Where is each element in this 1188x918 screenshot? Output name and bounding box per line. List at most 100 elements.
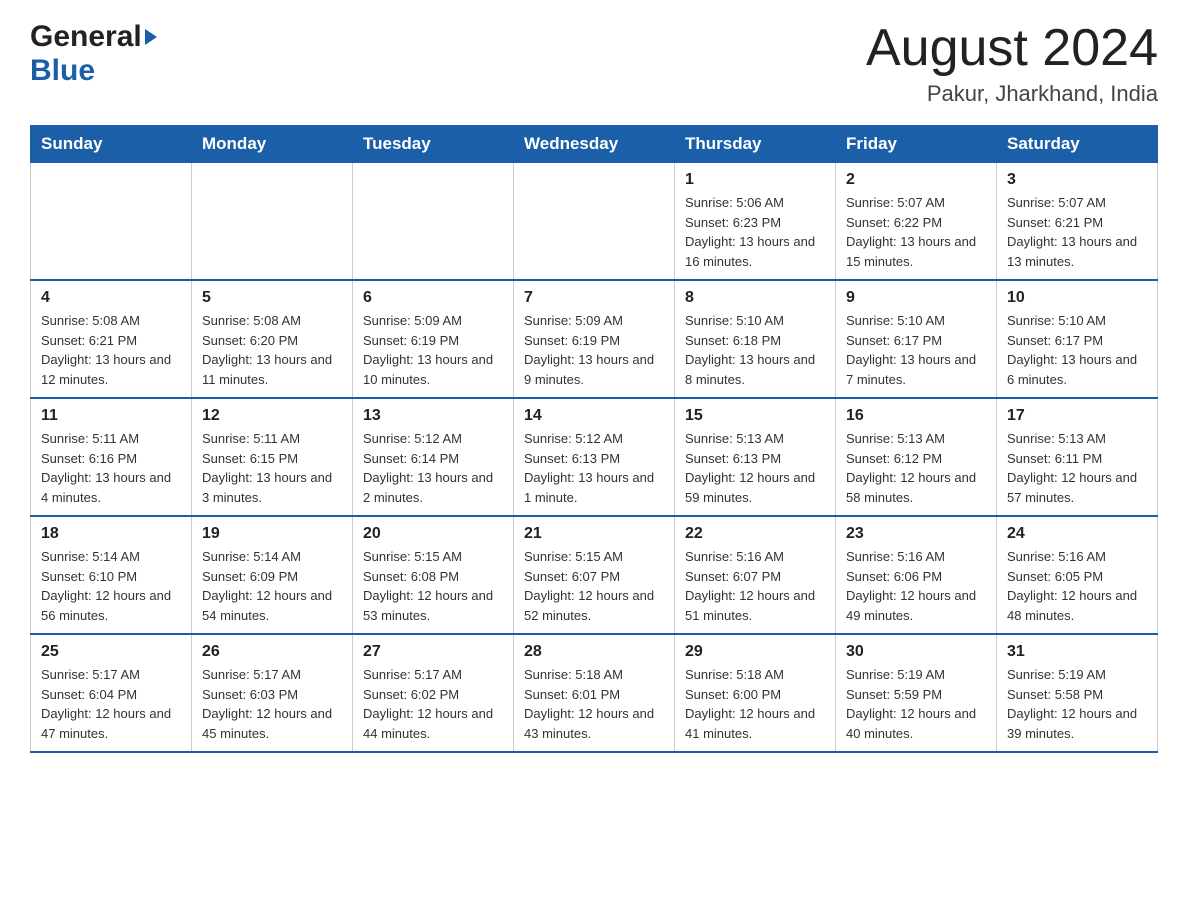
day-cell: 15 Sunrise: 5:13 AM Sunset: 6:13 PM Dayli…: [675, 398, 836, 516]
day-cell: 26 Sunrise: 5:17 AM Sunset: 6:03 PM Dayli…: [192, 634, 353, 752]
day-cell: 17Sunrise: 5:13 AM Sunset: 6:11 PM Dayli…: [997, 398, 1158, 516]
day-info: Sunrise: 5:10 AM Sunset: 6:17 PM Dayligh…: [846, 311, 986, 389]
day-info: Sunrise: 5:11 AM Sunset: 6:15 PM Dayligh…: [202, 429, 342, 507]
day-number: 6: [363, 289, 503, 307]
day-number: 7: [524, 289, 664, 307]
page-header: General Blue August 2024 Pakur, Jharkhan…: [30, 20, 1158, 107]
day-info: Sunrise: 5:13 AM Sunset: 6:13 PM Dayligh…: [685, 429, 825, 507]
day-number: 13: [363, 407, 503, 425]
day-number: 14: [524, 407, 664, 425]
day-info: Sunrise: 5:10 AM Sunset: 6:18 PM Dayligh…: [685, 311, 825, 389]
week-row-1: 1Sunrise: 5:06 AM Sunset: 6:23 PM Daylig…: [31, 163, 1158, 281]
day-cell: 25 Sunrise: 5:17 AM Sunset: 6:04 PM Dayli…: [31, 634, 192, 752]
day-number: 25: [41, 643, 181, 661]
col-header-tuesday: Tuesday: [353, 126, 514, 163]
day-cell: 13 Sunrise: 5:12 AM Sunset: 6:14 PM Dayli…: [353, 398, 514, 516]
week-row-5: 25 Sunrise: 5:17 AM Sunset: 6:04 PM Dayli…: [31, 634, 1158, 752]
day-number: 3: [1007, 171, 1147, 189]
day-cell: 11 Sunrise: 5:11 AM Sunset: 6:16 PM Dayli…: [31, 398, 192, 516]
day-cell: 3Sunrise: 5:07 AM Sunset: 6:21 PM Daylig…: [997, 163, 1158, 281]
day-number: 17: [1007, 407, 1147, 425]
col-header-friday: Friday: [836, 126, 997, 163]
day-info: Sunrise: 5:08 AM Sunset: 6:21 PM Dayligh…: [41, 311, 181, 389]
day-info: Sunrise: 5:15 AM Sunset: 6:07 PM Dayligh…: [524, 547, 664, 625]
day-number: 26: [202, 643, 342, 661]
col-header-saturday: Saturday: [997, 126, 1158, 163]
day-number: 15: [685, 407, 825, 425]
logo-triangle-icon: [145, 29, 157, 45]
day-cell: 28 Sunrise: 5:18 AM Sunset: 6:01 PM Dayli…: [514, 634, 675, 752]
day-cell: [514, 163, 675, 281]
logo-general-text: General: [30, 20, 142, 54]
day-info: Sunrise: 5:16 AM Sunset: 6:05 PM Dayligh…: [1007, 547, 1147, 625]
day-cell: 29Sunrise: 5:18 AM Sunset: 6:00 PM Dayli…: [675, 634, 836, 752]
day-cell: 7 Sunrise: 5:09 AM Sunset: 6:19 PM Daylig…: [514, 280, 675, 398]
logo: General Blue: [30, 20, 157, 88]
day-cell: 9Sunrise: 5:10 AM Sunset: 6:17 PM Daylig…: [836, 280, 997, 398]
day-cell: 24 Sunrise: 5:16 AM Sunset: 6:05 PM Dayli…: [997, 516, 1158, 634]
day-info: Sunrise: 5:06 AM Sunset: 6:23 PM Dayligh…: [685, 193, 825, 271]
day-cell: 12 Sunrise: 5:11 AM Sunset: 6:15 PM Dayli…: [192, 398, 353, 516]
col-header-wednesday: Wednesday: [514, 126, 675, 163]
col-header-sunday: Sunday: [31, 126, 192, 163]
day-cell: 21 Sunrise: 5:15 AM Sunset: 6:07 PM Dayli…: [514, 516, 675, 634]
logo-blue-text: Blue: [30, 54, 157, 88]
day-info: Sunrise: 5:14 AM Sunset: 6:10 PM Dayligh…: [41, 547, 181, 625]
day-info: Sunrise: 5:11 AM Sunset: 6:16 PM Dayligh…: [41, 429, 181, 507]
day-info: Sunrise: 5:18 AM Sunset: 6:01 PM Dayligh…: [524, 665, 664, 743]
day-info: Sunrise: 5:10 AM Sunset: 6:17 PM Dayligh…: [1007, 311, 1147, 389]
title-block: August 2024 Pakur, Jharkhand, India: [866, 20, 1158, 107]
day-cell: 5Sunrise: 5:08 AM Sunset: 6:20 PM Daylig…: [192, 280, 353, 398]
day-info: Sunrise: 5:17 AM Sunset: 6:04 PM Dayligh…: [41, 665, 181, 743]
day-number: 18: [41, 525, 181, 543]
col-header-monday: Monday: [192, 126, 353, 163]
header-row: SundayMondayTuesdayWednesdayThursdayFrid…: [31, 126, 1158, 163]
day-number: 11: [41, 407, 181, 425]
week-row-3: 11 Sunrise: 5:11 AM Sunset: 6:16 PM Dayli…: [31, 398, 1158, 516]
day-info: Sunrise: 5:13 AM Sunset: 6:12 PM Dayligh…: [846, 429, 986, 507]
day-cell: 16 Sunrise: 5:13 AM Sunset: 6:12 PM Dayli…: [836, 398, 997, 516]
day-number: 27: [363, 643, 503, 661]
day-info: Sunrise: 5:12 AM Sunset: 6:14 PM Dayligh…: [363, 429, 503, 507]
day-number: 22: [685, 525, 825, 543]
day-cell: 19Sunrise: 5:14 AM Sunset: 6:09 PM Dayli…: [192, 516, 353, 634]
month-title: August 2024: [866, 20, 1158, 77]
day-info: Sunrise: 5:09 AM Sunset: 6:19 PM Dayligh…: [363, 311, 503, 389]
col-header-thursday: Thursday: [675, 126, 836, 163]
day-cell: 27 Sunrise: 5:17 AM Sunset: 6:02 PM Dayli…: [353, 634, 514, 752]
day-cell: 22 Sunrise: 5:16 AM Sunset: 6:07 PM Dayli…: [675, 516, 836, 634]
day-number: 16: [846, 407, 986, 425]
day-cell: 18 Sunrise: 5:14 AM Sunset: 6:10 PM Dayli…: [31, 516, 192, 634]
day-info: Sunrise: 5:09 AM Sunset: 6:19 PM Dayligh…: [524, 311, 664, 389]
week-row-4: 18 Sunrise: 5:14 AM Sunset: 6:10 PM Dayli…: [31, 516, 1158, 634]
day-info: Sunrise: 5:17 AM Sunset: 6:02 PM Dayligh…: [363, 665, 503, 743]
day-number: 12: [202, 407, 342, 425]
day-number: 8: [685, 289, 825, 307]
day-number: 20: [363, 525, 503, 543]
day-info: Sunrise: 5:19 AM Sunset: 5:59 PM Dayligh…: [846, 665, 986, 743]
calendar-table: SundayMondayTuesdayWednesdayThursdayFrid…: [30, 125, 1158, 753]
day-number: 5: [202, 289, 342, 307]
day-number: 29: [685, 643, 825, 661]
day-cell: 2Sunrise: 5:07 AM Sunset: 6:22 PM Daylig…: [836, 163, 997, 281]
day-cell: 1Sunrise: 5:06 AM Sunset: 6:23 PM Daylig…: [675, 163, 836, 281]
day-info: Sunrise: 5:19 AM Sunset: 5:58 PM Dayligh…: [1007, 665, 1147, 743]
location-text: Pakur, Jharkhand, India: [866, 81, 1158, 107]
day-cell: 30 Sunrise: 5:19 AM Sunset: 5:59 PM Dayli…: [836, 634, 997, 752]
day-number: 23: [846, 525, 986, 543]
day-number: 24: [1007, 525, 1147, 543]
day-cell: [192, 163, 353, 281]
day-number: 19: [202, 525, 342, 543]
day-number: 28: [524, 643, 664, 661]
day-cell: [353, 163, 514, 281]
day-number: 21: [524, 525, 664, 543]
day-number: 30: [846, 643, 986, 661]
day-info: Sunrise: 5:07 AM Sunset: 6:22 PM Dayligh…: [846, 193, 986, 271]
day-cell: [31, 163, 192, 281]
day-cell: 23Sunrise: 5:16 AM Sunset: 6:06 PM Dayli…: [836, 516, 997, 634]
day-cell: 8 Sunrise: 5:10 AM Sunset: 6:18 PM Daylig…: [675, 280, 836, 398]
day-cell: 20Sunrise: 5:15 AM Sunset: 6:08 PM Dayli…: [353, 516, 514, 634]
day-info: Sunrise: 5:16 AM Sunset: 6:07 PM Dayligh…: [685, 547, 825, 625]
day-info: Sunrise: 5:17 AM Sunset: 6:03 PM Dayligh…: [202, 665, 342, 743]
week-row-2: 4Sunrise: 5:08 AM Sunset: 6:21 PM Daylig…: [31, 280, 1158, 398]
